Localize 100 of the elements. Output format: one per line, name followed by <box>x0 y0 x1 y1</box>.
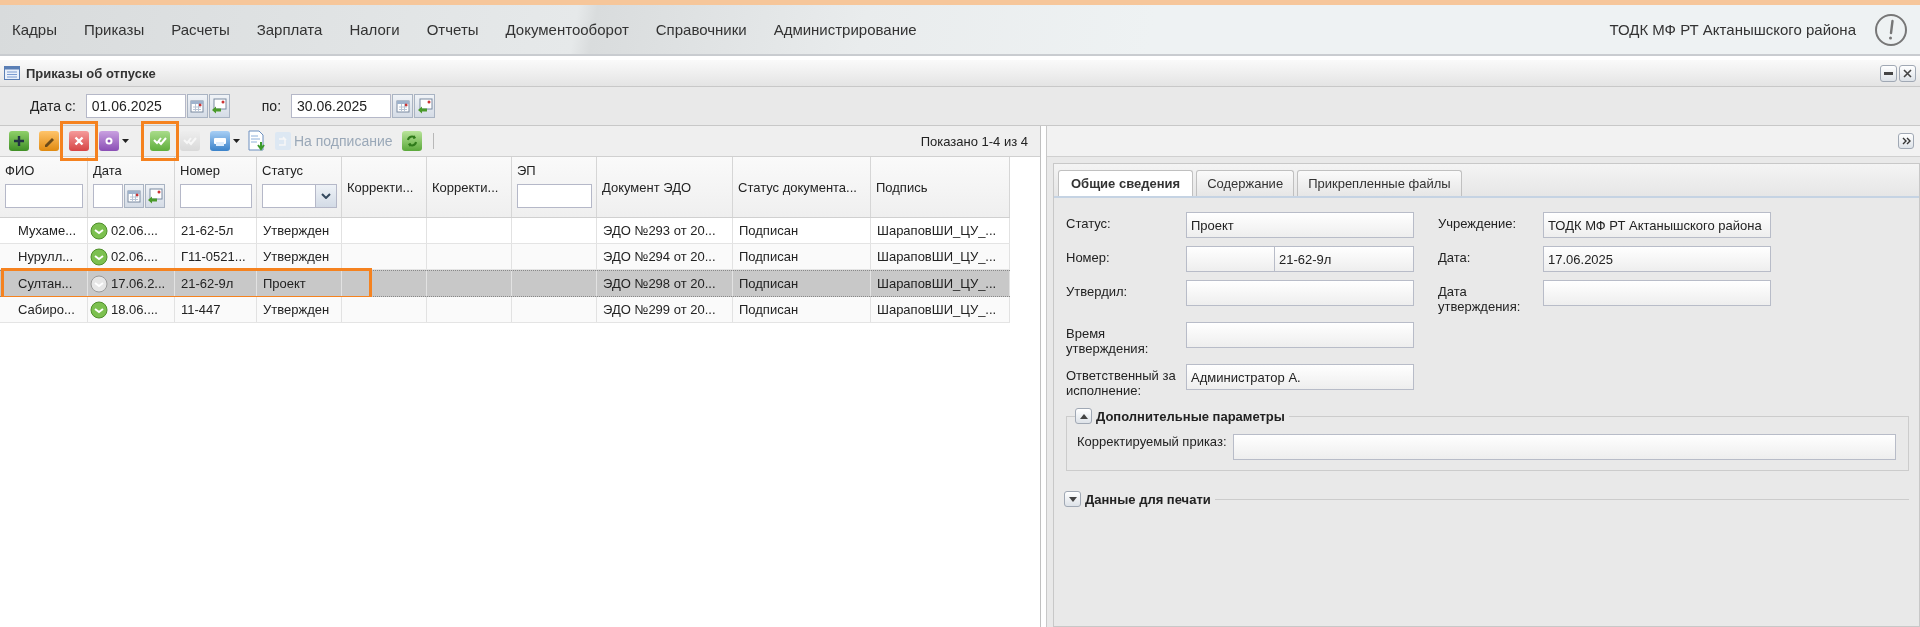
menu-item[interactable]: Зарплата <box>256 21 323 38</box>
table-row[interactable]: Нурулл... 02.06.... Г11-0521... Утвержден ЭДО №294 от 20... Подписан ШараповШИ_ЦУ_... <box>0 244 1010 270</box>
column-filter-field[interactable] <box>180 184 252 208</box>
table-cell: 18.06.... <box>111 302 158 317</box>
minimize-button[interactable] <box>1880 64 1897 82</box>
table-cell: Подписан <box>739 249 799 264</box>
menu-item[interactable]: Документооборот <box>505 21 629 38</box>
caret-icon <box>233 139 240 143</box>
field-label: Утвердил: <box>1066 283 1129 301</box>
organization-name: ТОДК МФ РТ Актанышского района <box>1609 21 1856 38</box>
collapse-button[interactable] <box>1075 408 1092 424</box>
field-label: Ответственный за исполнение: <box>1066 367 1177 398</box>
caret-up-icon <box>1079 413 1088 419</box>
column-header[interactable]: Дата <box>93 163 170 178</box>
column-header[interactable]: Подпись <box>876 179 1005 195</box>
calendar-reset-button[interactable] <box>414 94 436 118</box>
table-cell: 02.06.... <box>111 249 158 264</box>
table-cell: ШараповШИ_ЦУ_... <box>877 249 997 264</box>
text-field[interactable] <box>1186 322 1414 348</box>
text-field[interactable] <box>1232 434 1896 460</box>
calendar-button[interactable] <box>186 94 208 118</box>
settings-button[interactable] <box>96 128 131 154</box>
table-cell: Подписан <box>739 302 799 317</box>
table-cell: 21-62-5л <box>181 223 234 238</box>
text-field-prefix-field[interactable] <box>1186 246 1274 272</box>
column-header[interactable]: Корректи... <box>432 179 507 195</box>
delete-button[interactable] <box>66 128 92 154</box>
calendar-arrow-icon <box>211 98 228 114</box>
expand-button[interactable] <box>1064 491 1081 507</box>
add-button[interactable] <box>6 128 32 154</box>
printer-icon <box>209 130 231 152</box>
column-filter-field[interactable] <box>517 184 592 208</box>
export-button[interactable] <box>246 128 268 154</box>
print-button[interactable] <box>207 128 242 154</box>
text-field[interactable]: ТОДК МФ РТ Актанышского района <box>1543 212 1771 238</box>
text-field[interactable]: Администратор А. <box>1186 364 1414 390</box>
table-cell: Сабиро... <box>18 302 75 317</box>
delete-icon <box>68 130 90 152</box>
menu-item[interactable]: Администрирование <box>773 21 917 38</box>
text-field[interactable] <box>1186 280 1414 306</box>
table-cell: Нурулл... <box>18 249 74 264</box>
table-cell: ЭДО №293 от 20... <box>603 223 716 238</box>
table-cell: Подписан <box>739 276 799 291</box>
table-cell: Султан... <box>18 276 73 291</box>
text-field[interactable] <box>1543 280 1771 306</box>
table-cell: 02.06.... <box>111 223 158 238</box>
table-cell: ШараповШИ_ЦУ_... <box>877 302 997 317</box>
calendar-icon <box>190 99 205 113</box>
close-button[interactable] <box>1899 64 1916 82</box>
menu-item[interactable]: Приказы <box>83 21 145 38</box>
calendar-button[interactable] <box>392 94 414 118</box>
column-header[interactable]: Корректи... <box>347 179 422 195</box>
text-field[interactable]: 17.06.2025 <box>1543 246 1771 272</box>
column-header[interactable]: Документ ЭДО <box>602 179 728 195</box>
approve-button[interactable] <box>147 128 173 154</box>
table-cell: Мухаме... <box>18 223 77 238</box>
column-filter-dropdown[interactable] <box>262 184 337 208</box>
edit-button[interactable] <box>36 128 62 154</box>
pencil-icon <box>38 130 60 152</box>
tab[interactable]: Содержание <box>1196 170 1295 196</box>
column-header[interactable]: Номер <box>180 163 252 178</box>
column-filter-field[interactable] <box>93 184 123 208</box>
menu-item[interactable]: Отчеты <box>426 21 479 38</box>
field-label: Дата утверждения: <box>1438 283 1522 314</box>
column-header[interactable]: Статус документа... <box>738 179 866 195</box>
calendar-reset-button[interactable] <box>208 94 230 118</box>
paging-info: Показано 1-4 из 4 <box>920 133 1028 149</box>
table-cell: Утвержден <box>263 302 330 317</box>
menu-item[interactable]: Расчеты <box>171 21 230 38</box>
column-header[interactable]: ЭП <box>517 163 592 178</box>
menu-item[interactable]: Налоги <box>349 21 400 38</box>
check-circle-icon <box>90 247 108 266</box>
tab[interactable]: Прикрепленные файлы <box>1297 170 1462 196</box>
calendar-reset-button[interactable] <box>145 184 165 208</box>
check-circle-icon <box>90 300 108 319</box>
tab[interactable]: Общие сведения <box>1058 170 1194 196</box>
menu-item[interactable]: Кадры <box>12 21 57 38</box>
section-title: Дополнительные параметры <box>1096 408 1285 424</box>
calendar-button[interactable] <box>124 184 144 208</box>
field-label: Время утверждения: <box>1066 325 1150 356</box>
alert-icon[interactable] <box>1874 12 1908 47</box>
menu-item[interactable]: Справочники <box>655 21 747 38</box>
expand-panel-button[interactable] <box>1898 133 1914 149</box>
text-field[interactable]: Проект <box>1186 212 1414 238</box>
calendar-arrow-icon <box>147 188 163 204</box>
refresh-icon <box>400 130 423 152</box>
calendar-arrow-icon <box>416 98 433 114</box>
table-row[interactable]: Сабиро... 18.06.... 11-447 Утвержден ЭДО №299 от 20... Подписан ШараповШИ_ЦУ_... <box>0 297 1010 323</box>
column-filter-field[interactable] <box>5 184 83 208</box>
date-to-field[interactable]: 30.06.2025 <box>291 94 392 118</box>
table-cell: Г11-0521... <box>181 249 246 264</box>
column-header[interactable]: Статус <box>262 163 337 178</box>
field-label: Номер: <box>1066 249 1111 267</box>
field-label: Учреждение: <box>1438 215 1518 233</box>
text-field[interactable]: 21-62-9л <box>1274 246 1414 272</box>
date-from-field[interactable]: 01.06.2025 <box>85 94 186 118</box>
table-cell: ШараповШИ_ЦУ_... <box>877 223 997 238</box>
column-header[interactable]: ФИО <box>5 163 83 178</box>
gear-icon <box>98 130 120 152</box>
table-row[interactable]: Султан... 17.06.2... 21-62-9л Проект ЭДО №298 от 20... Подписан ШараповШИ_ЦУ_... <box>0 270 1010 297</box>
